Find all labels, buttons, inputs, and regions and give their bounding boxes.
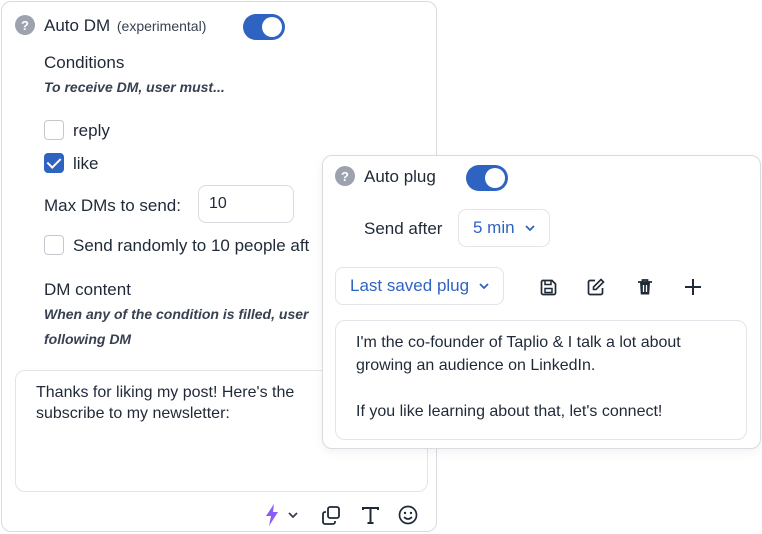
auto-plug-toggle[interactable] bbox=[466, 165, 508, 191]
dm-content-hint-line-2: following DM bbox=[44, 331, 132, 347]
max-dms-input[interactable] bbox=[198, 185, 294, 223]
auto-dm-toggle[interactable] bbox=[243, 14, 285, 40]
help-icon[interactable]: ? bbox=[15, 15, 35, 35]
plug-select[interactable]: Last saved plug bbox=[335, 267, 505, 305]
toggle-knob bbox=[485, 168, 505, 188]
dm-content-hint-line-1: When any of the condition is filled, use… bbox=[44, 306, 309, 322]
plus-icon[interactable] bbox=[681, 275, 705, 299]
chevron-down-icon bbox=[524, 224, 535, 231]
send-after-label: Send after bbox=[364, 219, 443, 238]
conditions-label: Conditions bbox=[44, 53, 125, 72]
toggle-knob bbox=[262, 17, 282, 37]
dm-content-label: DM content bbox=[44, 280, 131, 299]
conditions-hint: To receive DM, user must... bbox=[44, 79, 225, 95]
lightning-icon[interactable] bbox=[262, 503, 282, 527]
help-icon[interactable]: ? bbox=[335, 166, 355, 186]
auto-dm-title-text: Auto DM bbox=[44, 16, 111, 35]
plug-select-value: Last saved plug bbox=[350, 276, 470, 295]
auto-dm-title-suffix: (experimental) bbox=[116, 18, 207, 34]
auto-dm-title: Auto DM (experimental) bbox=[44, 16, 206, 36]
reply-checkbox[interactable] bbox=[44, 120, 64, 140]
max-dms-label: Max DMs to send: bbox=[44, 196, 181, 215]
reply-label: reply bbox=[73, 121, 110, 140]
plug-message-textarea[interactable]: I'm the co-founder of Taplio & I talk a … bbox=[335, 320, 747, 440]
auto-plug-title: Auto plug bbox=[364, 167, 436, 186]
auto-plug-panel: ? Auto plug Send after 5 min Last saved … bbox=[322, 155, 761, 449]
send-randomly-label: Send randomly to 10 people aft bbox=[73, 236, 310, 255]
trash-icon[interactable] bbox=[634, 276, 656, 298]
send-after-value: 5 min bbox=[473, 218, 515, 237]
chevron-down-icon[interactable] bbox=[286, 507, 300, 523]
send-randomly-checkbox[interactable] bbox=[44, 235, 64, 255]
save-icon[interactable] bbox=[537, 276, 559, 298]
like-checkbox[interactable] bbox=[44, 153, 64, 173]
text-format-icon[interactable] bbox=[359, 504, 381, 526]
send-after-select[interactable]: 5 min bbox=[458, 209, 550, 247]
copy-icon[interactable] bbox=[320, 504, 342, 526]
chevron-down-icon bbox=[479, 282, 489, 289]
like-label: like bbox=[73, 154, 99, 173]
emoji-icon[interactable] bbox=[397, 504, 419, 526]
edit-icon[interactable] bbox=[585, 276, 607, 298]
